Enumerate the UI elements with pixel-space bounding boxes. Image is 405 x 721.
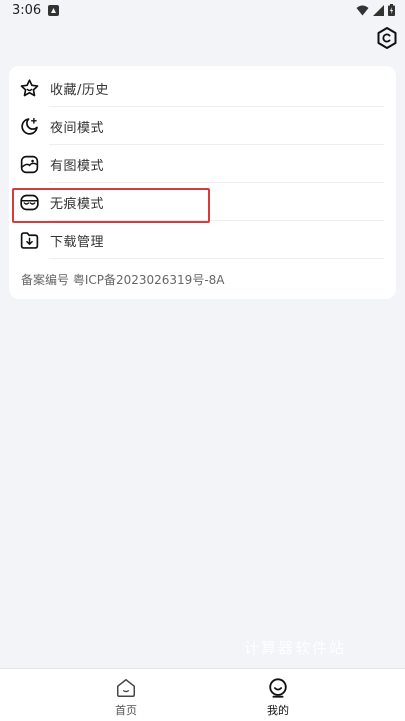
status-icons: [356, 4, 395, 16]
star-icon: [20, 79, 39, 97]
nav-mine-tab[interactable]: 我的: [248, 677, 308, 717]
menu-label: 有图模式: [50, 159, 105, 174]
status-time: 3:06: [12, 3, 42, 18]
menu-item-favorites-history[interactable]: 收藏/历史: [9, 69, 396, 107]
download-icon: [20, 232, 39, 249]
signal-icon: [373, 4, 384, 16]
status-bar: 3:06: [0, 0, 405, 24]
menu-label: 夜间模式: [50, 121, 105, 136]
user-face-icon: [269, 678, 287, 698]
menu-card: 收藏/历史 夜间模式 有图模式 无痕模式 下载管理 备案编号 粤ICP备2023…: [9, 66, 396, 299]
settings-hexagon-button[interactable]: [375, 26, 399, 50]
menu-item-night-mode[interactable]: 夜间模式: [9, 107, 396, 145]
hexagon-settings-icon: [377, 27, 397, 49]
divider: [49, 258, 384, 259]
menu-item-download-manager[interactable]: 下载管理: [9, 221, 396, 259]
incognito-highlight-box: [12, 188, 210, 223]
watermark-text: 计算器软件站: [244, 639, 347, 657]
nav-home-label: 首页: [115, 704, 137, 717]
nav-home-tab[interactable]: 首页: [96, 677, 156, 717]
nav-mine-label: 我的: [267, 704, 289, 717]
image-icon: [20, 155, 39, 174]
menu-label: 下载管理: [50, 235, 105, 250]
battery-icon: [388, 4, 395, 16]
menu-label: 收藏/历史: [50, 83, 109, 98]
home-icon: [117, 679, 135, 697]
moon-icon: [21, 117, 38, 135]
wifi-icon: [356, 5, 369, 15]
icp-record-number[interactable]: 备案编号 粤ICP备2023026319号-8A: [21, 271, 225, 288]
bottom-nav: 首页 我的: [0, 668, 405, 721]
menu-item-image-mode[interactable]: 有图模式: [9, 145, 396, 183]
notification-icon: [48, 5, 59, 16]
